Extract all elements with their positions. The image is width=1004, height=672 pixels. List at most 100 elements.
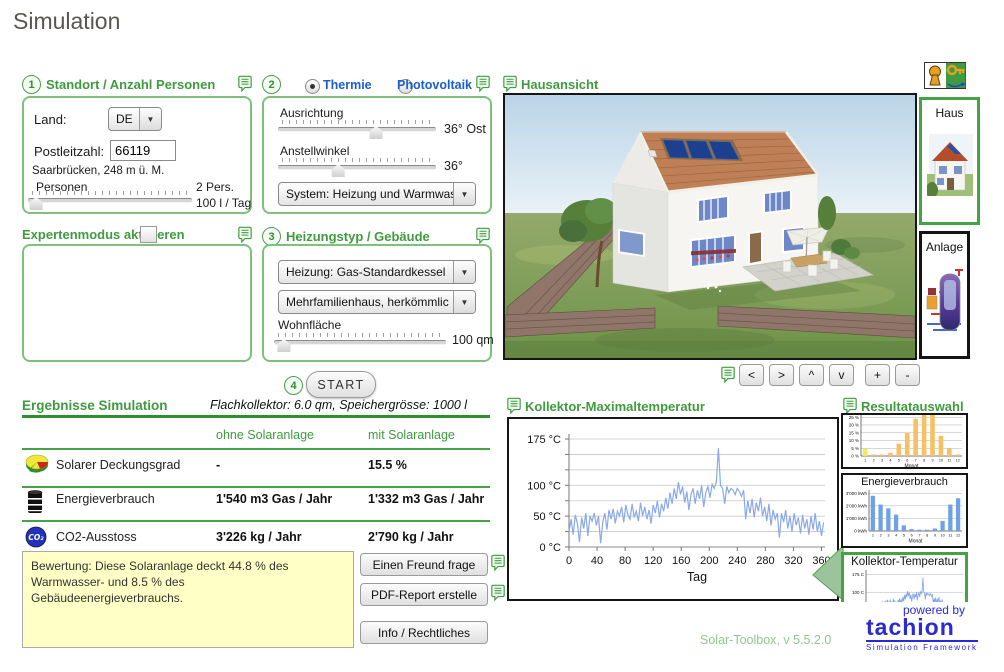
svg-text:3: 3	[887, 534, 889, 538]
svg-text:40: 40	[591, 555, 603, 567]
svg-text:6: 6	[911, 534, 913, 538]
svg-text:175 °C: 175 °C	[527, 434, 561, 446]
svg-text:11: 11	[948, 534, 952, 538]
kollektor-chart-panel: 0 °C50 °C100 °C175 °C0408012016020024028…	[507, 417, 839, 601]
pdf-report-button[interactable]: PDF-Report erstelle	[360, 583, 488, 606]
tachion-logo[interactable]: tachion Simulation Framework	[866, 616, 978, 652]
svg-text:2'000 kWh: 2'000 kWh	[846, 503, 868, 508]
anlage-thumb-image	[925, 262, 965, 342]
divider	[22, 520, 490, 522]
svg-text:2: 2	[873, 459, 875, 463]
svg-text:10 %: 10 %	[849, 438, 859, 443]
chart-title: Kollektor-Maximaltemperatur	[525, 399, 705, 414]
svg-text:4: 4	[889, 459, 891, 463]
chevron-down-icon	[139, 108, 161, 130]
rotate-left-button[interactable]: <	[739, 364, 764, 386]
step1-help-note-icon[interactable]	[238, 75, 252, 92]
heizung-select[interactable]: Heizung: Gas-Standardkessel	[278, 260, 476, 284]
step2-help-note-icon[interactable]	[476, 75, 490, 92]
step1-panel: Land: DE Postleitzahl: Saarbrücken, 248 …	[22, 96, 252, 214]
anstellwinkel-slider[interactable]	[278, 157, 436, 177]
energieverbrauch-thumbnail[interactable]: Energieverbrauch 0 kWh1'000 kWh2'000 kWh…	[841, 473, 968, 548]
system-select[interactable]: System: Heizung und Warmwas	[278, 182, 476, 206]
location-text: Saarbrücken, 248 m ü. M.	[32, 165, 164, 177]
zoom-out-button[interactable]: -	[895, 364, 920, 386]
svg-text:7: 7	[918, 534, 920, 538]
svg-text:7: 7	[915, 459, 917, 463]
step3-help-note-icon[interactable]	[476, 227, 490, 244]
svg-text:100 C: 100 C	[852, 590, 865, 595]
haus-thumb-image	[927, 134, 973, 196]
row-ohne-value: 1'540 m3 Gas / Jahr	[216, 492, 332, 506]
key-login-icon[interactable]	[924, 62, 966, 89]
svg-text:Monat: Monat	[905, 464, 920, 470]
svg-text:3'000 kWh: 3'000 kWh	[846, 491, 868, 496]
row-mit-value: 1'332 m3 Gas / Jahr	[368, 492, 484, 506]
nav-help-note-icon[interactable]	[721, 366, 735, 383]
step2-panel: Ausrichtung 36° Ost Anstellwinkel 36° Sy…	[262, 96, 492, 214]
hausansicht-help-note-icon[interactable]	[503, 75, 517, 92]
svg-text:160: 160	[672, 555, 690, 567]
bewertung-box: Bewertung: Diese Solaranlage deckt 44.8 …	[22, 551, 354, 648]
ausrichtung-slider[interactable]	[278, 119, 436, 139]
divider	[22, 486, 490, 488]
wohnflaeche-slider[interactable]	[274, 332, 446, 352]
gebaeude-select[interactable]: Mehrfamilienhaus, herkömmlic	[278, 290, 476, 314]
freund-fragen-button[interactable]: Einen Freund frage	[360, 553, 488, 576]
freund-help-note-icon[interactable]	[491, 554, 505, 571]
deckungsgrad-thumbnail[interactable]: 0 %5 %10 %15 %20 %25 %123456789101112Mon…	[841, 413, 968, 469]
svg-text:175 C: 175 C	[852, 572, 865, 577]
wasser-value: 100 l / Tag	[196, 196, 251, 210]
rotate-right-button[interactable]: >	[769, 364, 794, 386]
svg-text:5 %: 5 %	[851, 446, 859, 451]
gebaeude-select-value: Mehrfamilienhaus, herkömmlic	[279, 291, 453, 313]
house-3d-view[interactable]	[503, 93, 917, 360]
svg-text:6: 6	[906, 459, 908, 463]
anlage-thumb-label: Anlage	[922, 240, 967, 254]
col-mit-solaranlage: mit Solaranlage	[368, 428, 455, 442]
wohnflaeche-value: 100 qm	[452, 333, 494, 347]
plz-label: Postleitzahl:	[34, 144, 104, 159]
svg-text:200: 200	[700, 555, 718, 567]
tilt-up-button[interactable]: ^	[799, 364, 824, 386]
divider	[22, 448, 490, 450]
anlage-view-thumbnail[interactable]: Anlage	[919, 231, 970, 359]
svg-text:Monat: Monat	[909, 539, 924, 545]
pdf-help-note-icon[interactable]	[491, 584, 505, 601]
svg-text:20 %: 20 %	[849, 423, 859, 428]
svg-text:280: 280	[756, 555, 774, 567]
svg-text:120: 120	[644, 555, 662, 567]
svg-text:5: 5	[903, 534, 905, 538]
system-select-value: System: Heizung und Warmwas	[279, 183, 453, 205]
zoom-in-button[interactable]: +	[865, 364, 890, 386]
svg-text:2: 2	[880, 534, 882, 538]
step3-title: Heizungstyp / Gebäude	[286, 229, 430, 244]
step4-number: 4	[284, 376, 303, 395]
info-rechtliches-button[interactable]: Info / Rechtliches	[360, 621, 488, 644]
svg-text:11: 11	[947, 459, 951, 463]
thermie-label[interactable]: Thermie	[323, 78, 372, 92]
photovoltaik-label[interactable]: Photovoltaik	[397, 78, 472, 92]
haus-view-thumbnail[interactable]: Haus	[919, 97, 980, 225]
expert-help-note-icon[interactable]	[238, 226, 252, 243]
start-button[interactable]: START	[306, 371, 376, 398]
svg-text:8: 8	[923, 459, 925, 463]
svg-text:4: 4	[895, 534, 897, 538]
personen-slider[interactable]	[28, 190, 192, 210]
expert-checkbox[interactable]	[140, 226, 157, 243]
thumb-title: Energieverbrauch	[843, 476, 966, 488]
tilt-down-button[interactable]: v	[829, 364, 854, 386]
version-text: Solar-Toolbox, v 5.5.2.0	[700, 633, 831, 647]
svg-text:50 °C: 50 °C	[533, 511, 561, 523]
svg-text:10: 10	[941, 534, 945, 538]
logo-subtext: Simulation Framework	[866, 643, 978, 652]
chart-help-note-icon[interactable]	[507, 397, 521, 414]
step3-panel: Heizung: Gas-Standardkessel Mehrfamilien…	[262, 244, 492, 362]
land-select[interactable]: DE	[108, 107, 162, 131]
svg-text:12: 12	[956, 459, 960, 463]
kollektor-temperatur-thumbnail[interactable]: Kollektor-Temperatur 50 C100 C175 C	[841, 552, 968, 602]
results-title: Ergebnisse Simulation	[22, 398, 168, 413]
plz-input[interactable]	[110, 140, 176, 161]
slider-track[interactable]	[28, 198, 192, 203]
thermie-radio[interactable]	[305, 79, 320, 94]
